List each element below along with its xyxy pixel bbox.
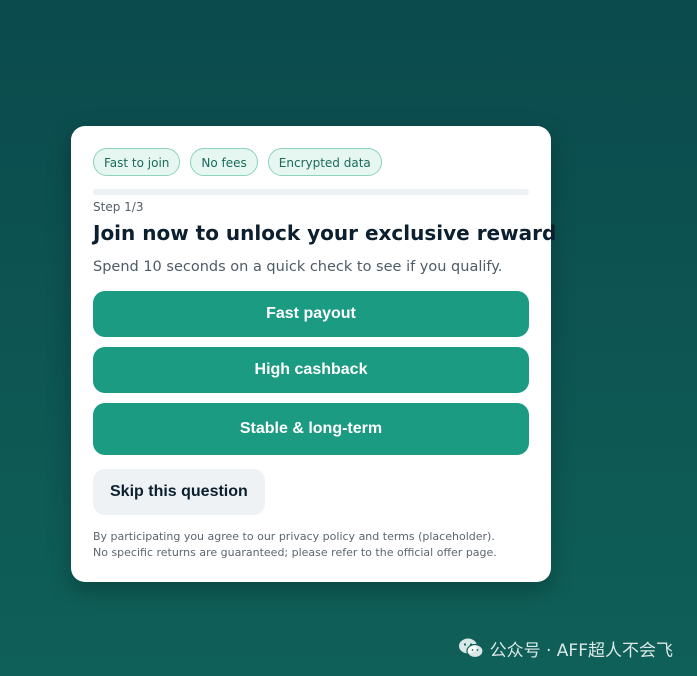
feature-chips: Fast to join No fees Encrypted data: [93, 148, 382, 176]
page-title: Join now to unlock your exclusive reward: [93, 221, 557, 245]
skip-question-button[interactable]: Skip this question: [93, 469, 265, 515]
watermark-text: 公众号 · AFF超人不会飞: [489, 640, 673, 661]
option-stable-long-term-button[interactable]: Stable & long-term: [93, 403, 529, 455]
option-fast-payout-button[interactable]: Fast payout: [93, 291, 529, 337]
progress-bar: [93, 189, 529, 195]
chip-encrypted-data: Encrypted data: [267, 148, 382, 176]
watermark: 公众号 · AFF超人不会飞: [458, 636, 673, 661]
disclaimer-text: By participating you agree to our privac…: [93, 530, 497, 559]
chip-no-fees: No fees: [190, 148, 258, 176]
wechat-icon: [458, 638, 484, 659]
subtitle: Spend 10 seconds on a quick check to see…: [93, 259, 503, 275]
chip-fast-to-join: Fast to join: [93, 148, 181, 176]
option-high-cashback-button[interactable]: High cashback: [93, 347, 529, 393]
reward-card: Fast to join No fees Encrypted data Step…: [71, 126, 557, 582]
step-indicator: Step 1/3: [93, 200, 144, 214]
